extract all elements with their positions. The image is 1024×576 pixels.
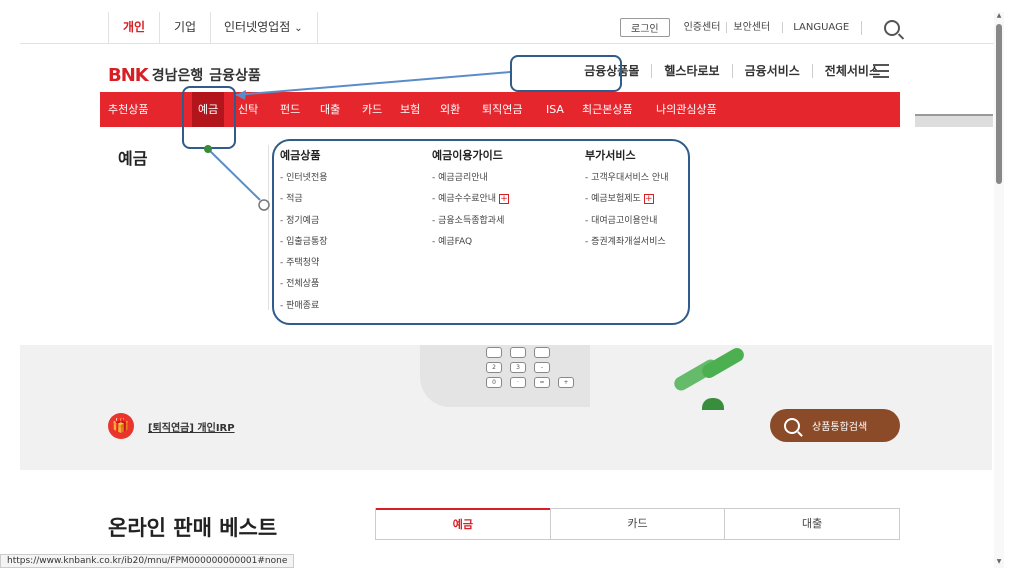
calculator-image: 2 3 - 0 · = +	[420, 345, 590, 407]
gift-icon: 🎁	[108, 413, 134, 439]
tab-internet-branch-label: 인터넷영업점	[224, 20, 291, 34]
annotation-box-product-mall	[510, 55, 622, 92]
calc-key: 3	[510, 362, 526, 373]
product-search-button[interactable]: 상품통합검색	[770, 409, 900, 442]
tab-loan[interactable]: 대출	[724, 508, 900, 539]
calc-key: +	[558, 377, 574, 388]
scroll-up-icon[interactable]: ▲	[994, 12, 1004, 22]
tab-personal[interactable]: 개인	[108, 12, 161, 43]
scroll-thumb[interactable]	[996, 24, 1002, 184]
tab-card[interactable]: 카드	[549, 508, 725, 539]
bnk-logo[interactable]: BNK 경남은행 금융상품	[108, 64, 261, 86]
divider	[861, 20, 874, 35]
annotation-box-mega-menu	[272, 139, 690, 325]
security-center-link[interactable]: 보안센터	[726, 22, 776, 33]
nav-item-loan[interactable]: 대출	[320, 92, 340, 127]
login-button[interactable]: 로그인	[620, 18, 670, 37]
nav-item-insurance[interactable]: 보험	[400, 92, 420, 127]
nav-item-card[interactable]: 카드	[362, 92, 382, 127]
calc-key	[486, 347, 502, 358]
nav-item-recommended[interactable]: 추천상품	[108, 92, 148, 127]
language-link[interactable]: LANGUAGE	[782, 22, 855, 33]
menu-icon[interactable]	[873, 64, 889, 78]
logo-mark: BNK	[108, 64, 149, 86]
calc-key: 2	[486, 362, 502, 373]
chevron-down-icon: ⌄	[294, 23, 303, 34]
nav-item-pension[interactable]: 퇴직연금	[482, 92, 522, 127]
calc-key	[534, 347, 550, 358]
best-tabs: 예금 카드 대출	[375, 508, 900, 540]
calc-key: =	[534, 377, 550, 388]
top-bar: 개인 기업 인터넷영업점 ⌄ 로그인 인증센터 보안센터 LANGUAGE	[20, 12, 994, 44]
calc-key: ·	[510, 377, 526, 388]
logo-product-label: 금융상품	[209, 68, 261, 84]
calc-key	[510, 347, 526, 358]
nav-item-foreign-exchange[interactable]: 외환	[440, 92, 460, 127]
util-item-robo[interactable]: 헬스타로보	[651, 64, 731, 78]
section-title: 온라인 판매 베스트	[108, 516, 278, 540]
tab-deposit[interactable]: 예금	[376, 508, 550, 539]
search-icon[interactable]	[884, 19, 901, 36]
annotation-box-deposit	[182, 86, 236, 149]
search-icon	[784, 417, 800, 434]
side-tab[interactable]	[915, 114, 993, 127]
status-url: https://www.knbank.co.kr/ib20/mnu/FPM000…	[0, 554, 295, 568]
logo-bank-name: 경남은행	[151, 68, 204, 84]
nav-item-recent[interactable]: 최근본상품	[582, 92, 633, 127]
nav-item-isa[interactable]: ISA	[546, 92, 564, 127]
mega-menu-title: 예금	[118, 149, 148, 168]
divider	[268, 145, 269, 310]
util-item-financial-service[interactable]: 금융서비스	[731, 64, 812, 78]
tab-corporate[interactable]: 기업	[160, 12, 212, 43]
nav-item-fund[interactable]: 펀드	[280, 92, 300, 127]
tab-internet-branch[interactable]: 인터넷영업점 ⌄	[210, 12, 318, 43]
scrollbar[interactable]: ▲ ▼	[994, 12, 1004, 568]
cert-center-link[interactable]: 인증센터	[678, 22, 727, 33]
scroll-down-icon[interactable]: ▼	[994, 558, 1004, 568]
nav-item-favorites[interactable]: 나의관심상품	[656, 92, 717, 127]
decor-leaf	[702, 398, 724, 410]
top-utility-links: 로그인 인증센터 보안센터 LANGUAGE	[620, 12, 901, 43]
calc-key: -	[534, 362, 550, 373]
nav-item-trust[interactable]: 신탁	[238, 92, 258, 127]
calc-key: 0	[486, 377, 502, 388]
product-search-label: 상품통합검색	[812, 422, 868, 433]
irp-link[interactable]: [퇴직연금] 개인IRP	[148, 419, 235, 434]
